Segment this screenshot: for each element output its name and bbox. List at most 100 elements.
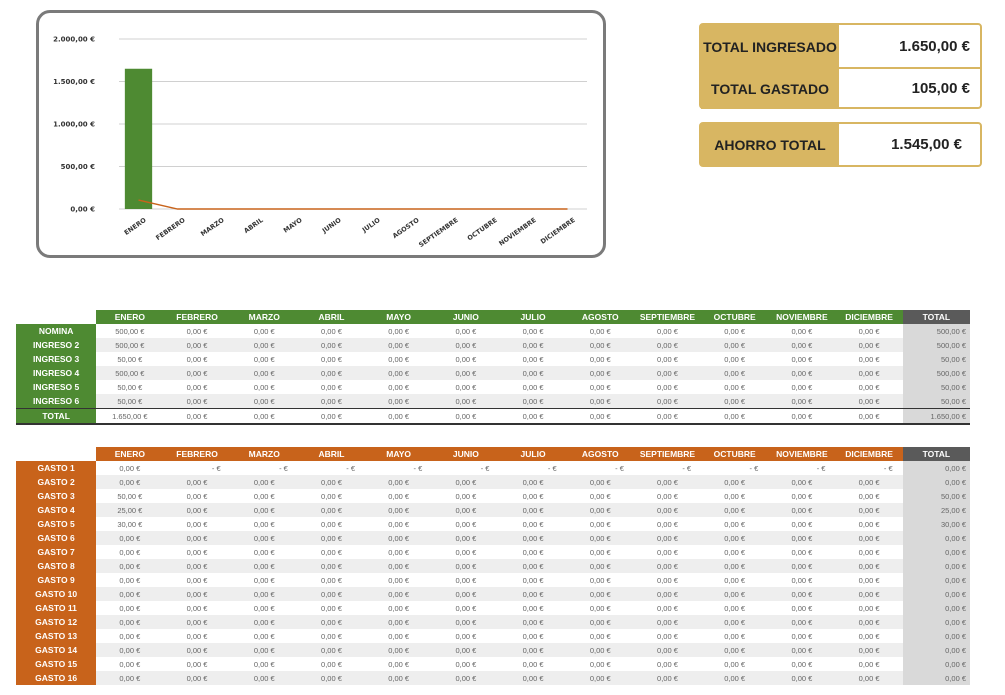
ingresos-month-header: JUNIO	[432, 310, 500, 324]
row-label: INGRESO 6	[16, 394, 97, 409]
cell-value: 50,00 €	[117, 354, 143, 364]
table-row: INGRESO 6 50,00 €0,00 €0,00 €0,00 €0,00 €…	[16, 394, 970, 409]
cell-value: 0,00 €	[163, 587, 231, 601]
ingresos-total-header: TOTAL	[902, 310, 970, 324]
gastos-month-header: DICIEMBRE	[835, 447, 903, 461]
cell-value: 0,00 €	[321, 659, 342, 669]
row-label: GASTO 15	[16, 657, 97, 671]
cell-value: 0,00 €	[589, 382, 611, 392]
y-tick-label: 2.000,00 €	[53, 36, 95, 44]
cell-value: 0,00 €	[119, 603, 141, 613]
x-tick-label: MAYO	[282, 216, 304, 235]
cell-value: 0,00 €	[701, 408, 769, 425]
cell-value: 0,00 €	[297, 587, 366, 601]
cell-value: 0,00 €	[119, 547, 141, 557]
cell-value: 0,00 €	[522, 631, 544, 641]
table-row: GASTO 3 50,00 € 0,00 € 0,00 € 0,00 € 0,00 € 0,…	[16, 489, 970, 503]
cell-value: - €	[816, 463, 826, 473]
cell-value: 0,00 €	[186, 547, 208, 557]
y-tick-label: 500,00 €	[61, 163, 95, 171]
cell-value: 0,00 €	[566, 615, 634, 629]
cell-value: 0,00 €	[297, 615, 366, 629]
cell-value: 500,00 €	[96, 366, 164, 380]
cell-value: 0,00 €	[432, 366, 500, 380]
cell-value: 0,00 €	[657, 519, 678, 529]
cell-value: 0,00 €	[297, 559, 366, 573]
cell-value: 0,00 €	[455, 326, 477, 336]
cell-value: 0,00 €	[499, 475, 567, 489]
x-tick-label: OCTUBRE	[466, 216, 499, 242]
row-total: 50,00 €	[902, 380, 970, 394]
row-total: 0,00 €	[902, 545, 970, 559]
cell-value: 0,00 €	[119, 463, 141, 473]
cell-value: 0,00 €	[858, 354, 880, 364]
ingresos-month-header: NOVIEMBRE	[768, 310, 836, 324]
x-tick-label: ENERO	[123, 216, 148, 237]
row-label: INGRESO 5	[16, 380, 97, 394]
cell-value: 0,00 €	[589, 491, 611, 501]
row-total: 0,00 €	[902, 615, 970, 629]
row-total: 500,00 €	[902, 324, 970, 338]
cell-value: 0,00 €	[186, 491, 208, 501]
cell-value: 0,00 €	[633, 671, 702, 685]
cell-value: 0,00 €	[835, 643, 903, 657]
cell-value: 1.650,00 €	[96, 408, 164, 425]
table-row: GASTO 5 30,00 € 0,00 € 0,00 € 0,00 € 0,00 € 0,…	[16, 517, 970, 531]
cell-value: 0,00 €	[321, 603, 342, 613]
x-tick-label: MARZO	[199, 216, 226, 238]
cell-value: 0,00 €	[835, 366, 903, 380]
cell-value: 0,00 €	[253, 382, 275, 392]
row-total: 500,00 €	[902, 338, 970, 352]
cell-value: 0,00 €	[365, 559, 433, 573]
cell-value: 0,00 €	[163, 408, 231, 425]
ingresos-corner	[16, 310, 96, 324]
cell-value: 0,00 €	[321, 519, 342, 529]
summary-ahorro-box: AHORRO TOTAL 1.545,00 €	[699, 122, 982, 167]
cell-value: 0,00 €	[186, 519, 208, 529]
cell-value: 0,00 €	[432, 615, 500, 629]
x-tick-label: ABRIL	[242, 216, 264, 235]
row-total: 50,00 €	[902, 489, 970, 503]
cell-value: 0,00 €	[701, 394, 769, 409]
cell-value: 0,00 €	[835, 531, 903, 545]
cell-value: 0,00 €	[253, 326, 275, 336]
bar-enero	[124, 68, 153, 209]
total-gastado-label: TOTAL GASTADO	[701, 68, 839, 109]
cell-value: 0,00 €	[455, 659, 477, 669]
cell-value: - €	[279, 463, 288, 473]
cell-value: 0,00 €	[186, 382, 208, 392]
cell-value: 0,00 €	[522, 603, 544, 613]
row-total: 0,00 €	[902, 643, 970, 657]
row-total: 0,00 €	[902, 671, 970, 685]
cell-value: 0,00 €	[499, 338, 567, 352]
row-label: GASTO 10	[16, 587, 97, 601]
cell-value: 0,00 €	[657, 491, 678, 501]
cell-value: 0,00 €	[701, 475, 769, 489]
cell-value: 0,00 €	[388, 382, 410, 392]
row-total: 0,00 €	[902, 657, 970, 671]
row-label: GASTO 11	[16, 601, 97, 615]
cell-value: 0,00 €	[701, 338, 769, 352]
cell-value: - €	[480, 463, 490, 473]
total-ingresado-value: 1.650,00 €	[899, 38, 970, 55]
cell-value: 0,00 €	[858, 519, 880, 529]
cell-value: 0,00 €	[297, 503, 366, 517]
cell-value: 0,00 €	[724, 659, 746, 669]
cell-value: 0,00 €	[455, 631, 477, 641]
table-row: GASTO 2 0,00 €0,00 €0,00 €0,00 €0,00 €0,0…	[16, 475, 970, 489]
cell-value: 0,00 €	[96, 615, 164, 629]
cell-value: 0,00 €	[499, 408, 567, 425]
cell-value: 0,00 €	[388, 547, 410, 557]
cell-value: 0,00 €	[230, 643, 298, 657]
cell-value: 0,00 €	[522, 491, 544, 501]
row-label: GASTO 3	[16, 489, 97, 503]
cell-value: 0,00 €	[768, 408, 836, 425]
cell-value: 0,00 €	[253, 491, 275, 501]
cell-value: 0,00 €	[230, 559, 298, 573]
cell-value: 0,00 €	[388, 326, 410, 336]
cell-value: 0,00 €	[297, 643, 366, 657]
cell-value: 0,00 €	[724, 603, 746, 613]
cell-value: 0,00 €	[432, 338, 500, 352]
cell-value: 0,00 €	[589, 326, 611, 336]
cell-value: 0,00 €	[657, 382, 678, 392]
